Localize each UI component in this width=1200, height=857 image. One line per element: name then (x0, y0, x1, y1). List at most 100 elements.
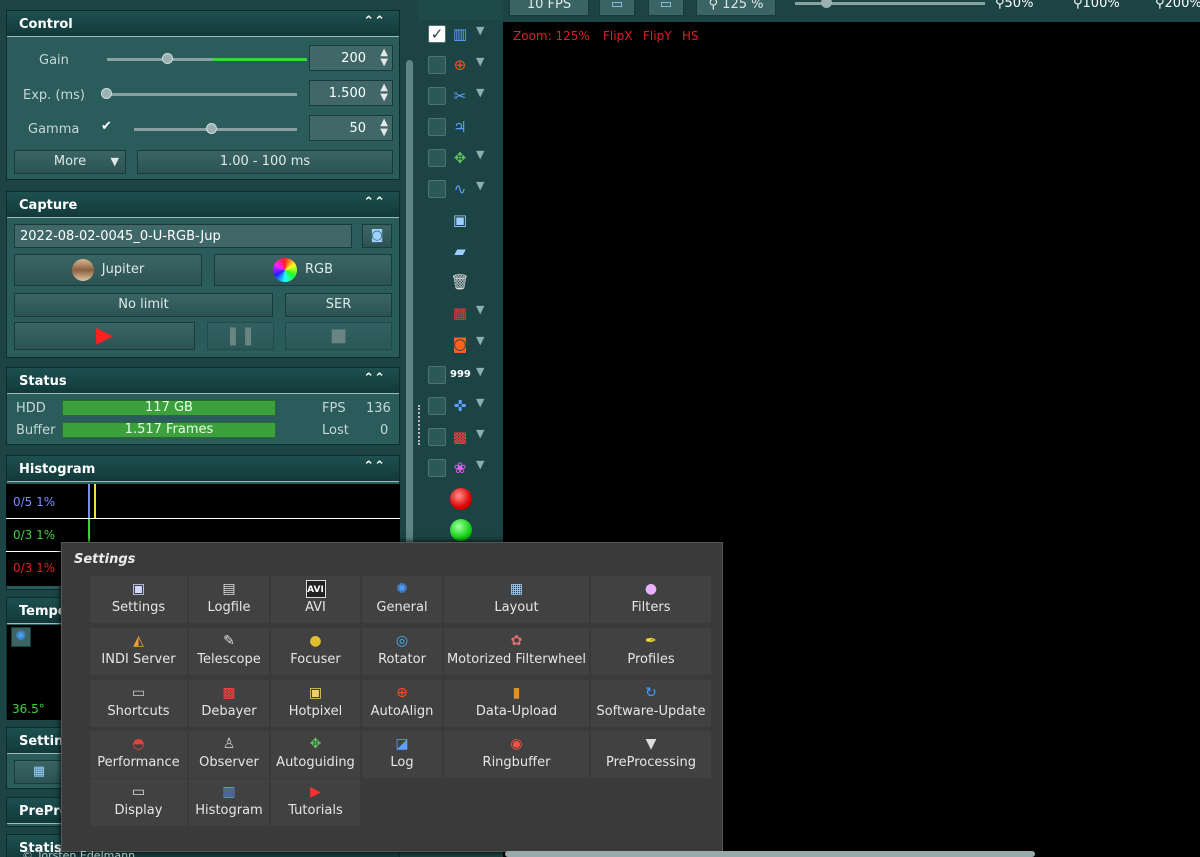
settings-item-hotpixel[interactable]: ▣ Hotpixel (271, 680, 360, 727)
screen-capture-button[interactable]: ▭ (599, 0, 635, 16)
capture-header[interactable]: Capture ⌃⌃ (7, 192, 399, 218)
settings-item-telescope[interactable]: ✎ Telescope (189, 628, 269, 675)
settings-item-histogram[interactable]: ▥ Histogram (189, 779, 269, 826)
autoguiding-tool[interactable]: ✥ ▼ (426, 146, 501, 170)
format-button[interactable]: SER (285, 293, 392, 317)
chevron-down-icon[interactable]: ▼ (476, 427, 484, 440)
chevron-down-icon[interactable]: ▼ (476, 179, 484, 192)
jupiter-tool[interactable]: ♃ (426, 115, 501, 139)
autoguiding-tool-checkbox[interactable] (428, 149, 446, 167)
camera-settings-button[interactable]: ◙ (362, 224, 392, 248)
counter-tool[interactable]: 999 ▼ (426, 363, 501, 387)
control-header[interactable]: Control ⌃⌃ (7, 11, 399, 37)
settings-item-data-upload[interactable]: ▮ Data-Upload (444, 680, 589, 727)
target-tool[interactable]: ◙ ▼ (426, 332, 501, 356)
alignment-tool[interactable]: ✜ ▼ (426, 394, 501, 418)
filter-button[interactable]: RGB (214, 254, 392, 286)
settings-item-profiles[interactable]: ✒ Profiles (591, 628, 711, 675)
status-header[interactable]: Status ⌃⌃ (7, 368, 399, 394)
zoom-slider-handle[interactable] (821, 0, 832, 8)
histogram-header[interactable]: Histogram ⌃⌃ (7, 456, 399, 482)
gain-slider-handle[interactable] (162, 53, 173, 64)
color-tool[interactable]: ❀ ▼ (426, 456, 501, 480)
crosshair-tool[interactable]: ⊕ ▼ (426, 53, 501, 77)
settings-item-debayer[interactable]: ▩ Debayer (189, 680, 269, 727)
exposure-slider[interactable] (104, 93, 297, 96)
settings-item-indi-server[interactable]: ◭ INDI Server (90, 628, 187, 675)
exposure-range-button[interactable]: 1.00 - 100 ms (137, 150, 393, 174)
counter-tool-checkbox[interactable] (428, 366, 446, 384)
scrollbar-thumb[interactable] (406, 60, 413, 620)
gamma-input[interactable]: 50 ▲ ▼ (309, 115, 393, 141)
red-status-tool[interactable] (426, 487, 501, 511)
histogram-tool-checkbox[interactable]: ✓ (428, 25, 446, 43)
settings-item-software-update[interactable]: ↻ Software-Update (591, 680, 711, 727)
screen-capture-alt-button[interactable]: ▭ (648, 0, 684, 16)
settings-item-ringbuffer[interactable]: ◉ Ringbuffer (444, 731, 589, 778)
start-capture-button[interactable]: ▶ (14, 322, 195, 350)
layout-button[interactable]: ▦ (14, 760, 64, 784)
gamma-checkbox[interactable]: ✔ (101, 119, 112, 134)
splitter-handle[interactable] (418, 405, 422, 445)
chevron-down-icon[interactable]: ▼ (476, 334, 484, 347)
gain-input[interactable]: 200 ▲ ▼ (309, 45, 393, 71)
settings-item-rotator[interactable]: ◎ Rotator (362, 628, 442, 675)
settings-item-motorized-filterwheel[interactable]: ✿ Motorized Filterwheel (444, 628, 589, 675)
chevron-down-icon[interactable]: ▼ (476, 24, 484, 37)
color-tool-checkbox[interactable] (428, 459, 446, 477)
collapse-icon[interactable]: ⌃⌃ (363, 459, 385, 474)
video-tool[interactable]: ▣ (426, 208, 501, 232)
settings-item-logfile[interactable]: ▤ Logfile (189, 576, 269, 623)
settings-item-preprocessing[interactable]: ▼ PreProcessing (591, 731, 711, 778)
roi-tool[interactable]: ▦ ▼ (426, 301, 501, 325)
more-button[interactable]: More ▼ (14, 150, 126, 174)
jupiter-tool-checkbox[interactable] (428, 118, 446, 136)
green-status-tool[interactable] (426, 518, 501, 542)
cut-tool-checkbox[interactable] (428, 87, 446, 105)
exposure-input[interactable]: 1.500 ▲ ▼ (309, 80, 393, 106)
exposure-slider-handle[interactable] (101, 88, 112, 99)
chevron-down-icon[interactable]: ▼ (476, 86, 484, 99)
settings-item-focuser[interactable]: ● Focuser (271, 628, 360, 675)
settings-item-log[interactable]: ◪ Log (362, 731, 442, 778)
settings-item-performance[interactable]: ◓ Performance (90, 731, 187, 778)
spinner-icon[interactable]: ▲ ▼ (380, 83, 388, 103)
chevron-down-icon[interactable]: ▼ (476, 55, 484, 68)
signal-tool[interactable]: ∿ ▼ (426, 177, 501, 201)
settings-item-general[interactable]: ✺ General (362, 576, 442, 623)
collapse-icon[interactable]: ⌃⌃ (363, 371, 385, 386)
stop-button[interactable]: ■ (285, 322, 392, 350)
zoom-200-button[interactable]: ⚲200% (1155, 0, 1200, 11)
settings-item-display[interactable]: ▭ Display (90, 779, 187, 826)
zoom-button[interactable]: ⚲ 125 % (696, 0, 776, 16)
settings-item-layout[interactable]: ▦ Layout (444, 576, 589, 623)
histogram-tool[interactable]: ✓ ▥ ▼ (426, 22, 501, 46)
chevron-down-icon[interactable]: ▼ (476, 303, 484, 316)
open-folder-tool[interactable]: ▰ (426, 239, 501, 263)
alignment-tool-checkbox[interactable] (428, 397, 446, 415)
chevron-down-icon[interactable]: ▼ (476, 148, 484, 161)
gear-icon[interactable]: ✺ (11, 627, 31, 647)
zoom-100-button[interactable]: ⚲100% (1073, 0, 1120, 11)
pause-button[interactable]: ❚❚ (207, 322, 274, 350)
spinner-icon[interactable]: ▲ ▼ (380, 118, 388, 138)
debayer-tool[interactable]: ▩ ▼ (426, 425, 501, 449)
collapse-icon[interactable]: ⌃⌃ (363, 14, 385, 29)
limit-button[interactable]: No limit (14, 293, 273, 317)
fps-button[interactable]: 10 FPS (509, 0, 589, 16)
settings-item-shortcuts[interactable]: ▭ Shortcuts (90, 680, 187, 727)
settings-item-avi[interactable]: AVI AVI (271, 576, 360, 623)
cut-tool[interactable]: ✂ ▼ (426, 84, 501, 108)
settings-item-autoalign[interactable]: ⊕ AutoAlign (362, 680, 442, 727)
settings-item-settings[interactable]: ▣ Settings (90, 576, 187, 623)
settings-item-observer[interactable]: ♙ Observer (189, 731, 269, 778)
crosshair-tool-checkbox[interactable] (428, 56, 446, 74)
signal-tool-checkbox[interactable] (428, 180, 446, 198)
viewer-horizontal-scrollbar[interactable] (505, 851, 1035, 857)
settings-item-filters[interactable]: ● Filters (591, 576, 711, 623)
object-button[interactable]: Jupiter (14, 254, 202, 286)
gamma-slider-handle[interactable] (206, 123, 217, 134)
filename-input[interactable]: 2022-08-02-0045_0-U-RGB-Jup (14, 224, 352, 248)
chevron-down-icon[interactable]: ▼ (476, 458, 484, 471)
chevron-down-icon[interactable]: ▼ (476, 396, 484, 409)
